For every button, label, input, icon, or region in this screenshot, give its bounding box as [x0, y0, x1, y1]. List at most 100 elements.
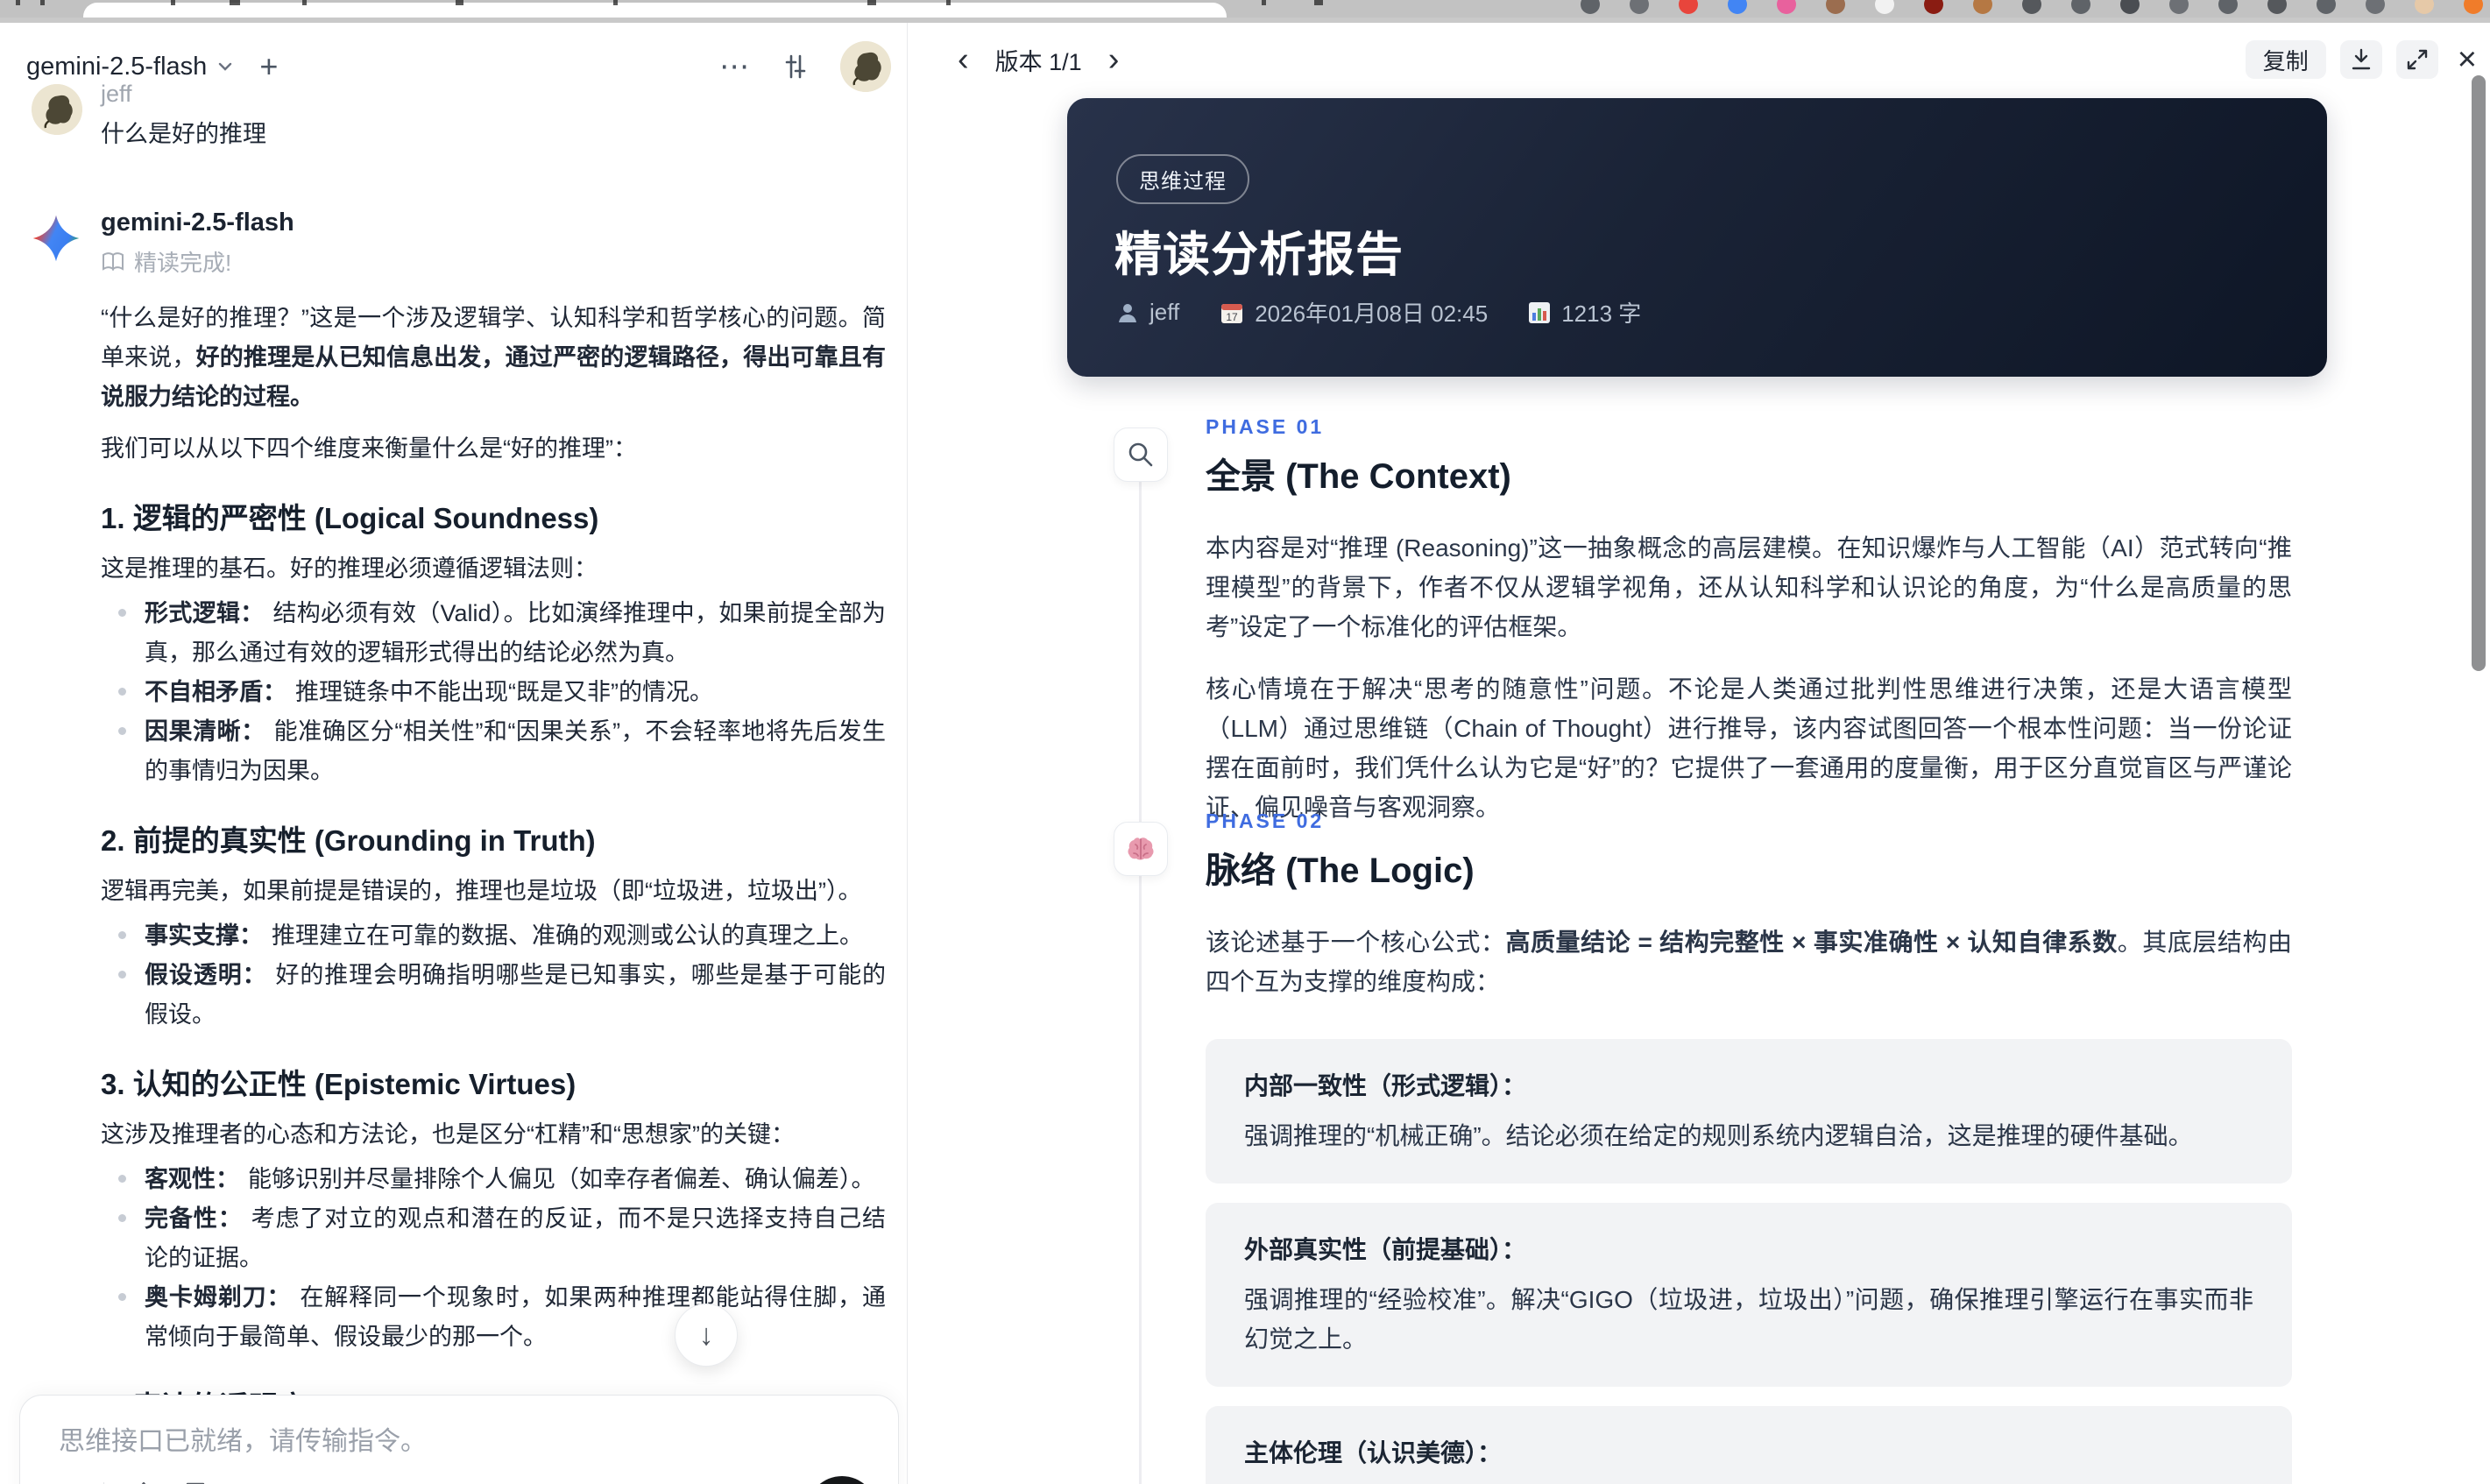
book-icon [103, 251, 124, 271]
user-message: jeff 什么是好的推理 [32, 79, 886, 152]
clipped-glyph [40, 0, 45, 5]
window-edge [0, 18, 2490, 23]
status-glyph-4-icon[interactable] [2071, 0, 2090, 14]
section-intro: 逻辑再完美，如果前提是错误的，推理也是垃圾（即“垃圾进，垃圾出”）。 [101, 878, 862, 904]
app-white-icon[interactable] [1875, 0, 1894, 14]
status-glyph-9-icon[interactable] [2317, 0, 2336, 14]
arrow-down-icon: ↓ [698, 1318, 714, 1352]
expand-button[interactable] [2395, 40, 2438, 79]
voice-input-button[interactable] [807, 1476, 877, 1484]
list-item: 完备性： 考虑了对立的观点和潜在的反证，而不是只选择支持自己结论的证据。 [118, 1199, 886, 1278]
menubar [0, 0, 2490, 23]
app-red-icon[interactable] [1679, 0, 1698, 14]
phase-title: 脉络 (The Logic) [1206, 852, 1475, 890]
phase-paragraph: 本内容是对“推理 (Reasoning)”这一抽象概念的高层建模。在知识爆炸与人… [1206, 534, 2292, 640]
app-blue-icon[interactable] [1728, 0, 1747, 14]
paragraph: 我们可以从以下四个维度来衡量什么是“好的推理”： [101, 435, 637, 462]
user-avatar [32, 84, 82, 135]
section-heading: 2. 前提的真实性 (Grounding in Truth) [101, 824, 596, 857]
chevron-down-icon[interactable] [216, 57, 235, 76]
gemini-logo-icon [32, 214, 81, 263]
status-line: 精读完成! [101, 245, 886, 278]
svg-text:17: 17 [1227, 311, 1239, 323]
app-pink-icon[interactable] [1777, 0, 1796, 14]
download-button[interactable] [2339, 40, 2382, 79]
person-icon [1119, 303, 1136, 322]
meta-wordcount: 1213 字 [1528, 296, 1641, 329]
list-item: 因果清晰： 能准确区分“相关性”和“因果关系”，不会轻率地将先后发生的事情归为因果… [118, 712, 886, 791]
assistant-message: gemini-2.5-flash 精读完成! “什么是好的推理？”这是一个涉及逻… [32, 207, 886, 1484]
chat-input[interactable] [59, 1427, 830, 1457]
artifact-toolbar: ‹ 版本 1/1 › 复制 × [958, 35, 2477, 84]
message-author: jeff [101, 81, 132, 107]
chat-panel: gemini-2.5-flash + ⋯ jeff 什么是好的推理 gemini… [0, 23, 908, 1484]
download-icon [2352, 48, 2370, 70]
scrollbar-thumb[interactable] [2472, 75, 2486, 671]
phase-paragraph: 该论述基于一个核心公式：高质量结论 = 结构完整性 × 事实准确性 × 认知自律… [1206, 929, 2292, 995]
phase-label: PHASE 01 [1206, 415, 1325, 438]
section-heading: 3. 认知的公正性 (Epistemic Virtues) [101, 1068, 577, 1100]
app-window: gemini-2.5-flash + ⋯ jeff 什么是好的推理 gemini… [0, 23, 2490, 1484]
section-intro: 这涉及推理者的心态和方法论，也是区分“杠精”和“思想家”的关键： [101, 1121, 795, 1148]
app-orange-icon[interactable] [2464, 0, 2483, 14]
status-glyph-5-icon[interactable] [2120, 0, 2140, 14]
app-avatar-icon[interactable] [2415, 0, 2434, 14]
app-tan-icon[interactable] [1973, 0, 1992, 14]
phase-paragraph: 核心情境在于解决“思考的随意性”问题。不论是人类通过批判性思维进行决策，还是大语… [1206, 675, 2292, 821]
settings-sliders-icon[interactable] [781, 52, 810, 81]
clipped-glyph [613, 0, 618, 5]
dimension-box: 内部一致性（形式逻辑）： 强调推理的“机械正确”。结论必须在给定的规则系统内逻辑… [1206, 1039, 2292, 1184]
close-icon[interactable]: × [2458, 43, 2477, 76]
list-item: 形式逻辑： 结构必须有效（Valid）。比如演绎推理中，如果前提全部为真，那么通过… [118, 594, 886, 673]
expand-icon [2407, 49, 2427, 70]
clipped-glyph [867, 0, 876, 5]
section-intro: 这是推理的基石。好的推理必须遵循逻辑法则： [101, 555, 598, 582]
bullet-list: 客观性： 能够识别并尽量排除个人偏见（如幸存者偏差、确认偏差）。 完备性： 考虑了对… [101, 1160, 886, 1357]
version-label: 版本 1/1 [994, 48, 1082, 75]
phase2-section: PHASE 02 脉络 (The Logic) 该论述基于一个核心公式：高质量结… [1206, 809, 2292, 1001]
list-item: 不自相矛盾： 推理链条中不能出现“既是又非”的情况。 [118, 673, 886, 712]
phase2-brain-icon [1114, 822, 1168, 876]
bullet-list: 事实支撑： 推理建立在可靠的数据、准确的观测或公认的真理之上。 假设透明： 好的推理… [101, 916, 886, 1035]
new-chat-button[interactable]: + [259, 51, 278, 82]
menubar-icons[interactable] [1581, 0, 2483, 14]
list-item: 客观性： 能够识别并尽量排除个人偏见（如幸存者偏差、确认偏差）。 [118, 1160, 886, 1199]
clipped-glyph [946, 0, 951, 5]
chevron-left-icon[interactable]: ‹ [958, 43, 969, 76]
status-glyph-10-icon[interactable] [2366, 0, 2385, 14]
status-glyph-7-icon[interactable] [2218, 0, 2238, 14]
model-sparkle-icon[interactable] [129, 1480, 159, 1484]
phase1-section: PHASE 01 全景 (The Context) 本内容是对“推理 (Reas… [1206, 415, 2292, 827]
clipped-glyph [1314, 0, 1323, 5]
attach-plus-button[interactable]: + [59, 1478, 79, 1484]
phase1-magnifier-icon [1114, 428, 1168, 482]
page: gemini-2.5-flash + ⋯ jeff 什么是好的推理 gemini… [0, 0, 2490, 1484]
status-glyph-1-icon[interactable] [1581, 0, 1600, 14]
calendar-icon: 17 [1221, 303, 1243, 323]
status-glyph-3-icon[interactable] [2022, 0, 2041, 14]
clipped-glyph [16, 0, 20, 5]
report-badge: 思维过程 [1116, 154, 1249, 204]
report-meta: jeff 17 2026年01月08日 02:45 1213 字 [1116, 296, 1641, 329]
conversation-title[interactable]: gemini-2.5-flash [26, 53, 207, 81]
meta-date: 17 2026年01月08日 02:45 [1220, 296, 1488, 329]
copy-button[interactable]: 复制 [2245, 40, 2326, 79]
clipped-glyph [171, 0, 175, 5]
clipped-glyph [456, 0, 463, 5]
timeline-connector [1139, 478, 1142, 1484]
clipped-glyph [1262, 0, 1266, 5]
bar-chart-icon [1529, 301, 1551, 323]
app-darkred-icon[interactable] [1924, 0, 1943, 14]
assistant-content: “什么是好的推理？”这是一个涉及逻辑学、认知科学和哲学核心的问题。简单来说，好的… [101, 299, 886, 1484]
section-heading: 1. 逻辑的严密性 (Logical Soundness) [101, 502, 599, 534]
status-glyph-6-icon[interactable] [2169, 0, 2189, 14]
dimension-boxes: 内部一致性（形式逻辑）： 强调推理的“机械正确”。结论必须在给定的规则系统内逻辑… [1206, 1039, 2292, 1484]
scroll-to-bottom-button[interactable]: ↓ [675, 1304, 738, 1367]
status-glyph-8-icon[interactable] [2267, 0, 2287, 14]
status-glyph-2-icon[interactable] [1630, 0, 1649, 14]
dimension-box: 主体伦理（认识美德）： 转向推理者的心理特征。引入奥卡姆剃刀和反向论证，旨在克服… [1206, 1406, 2292, 1484]
status-text: 精读完成! [134, 250, 232, 276]
chevron-right-icon[interactable]: › [1108, 43, 1120, 76]
artifact-panel: ‹ 版本 1/1 › 复制 × 思维过程 精读分析报告 jeff 17 2026… [909, 23, 2490, 1484]
app-brown-icon[interactable] [1826, 0, 1845, 14]
